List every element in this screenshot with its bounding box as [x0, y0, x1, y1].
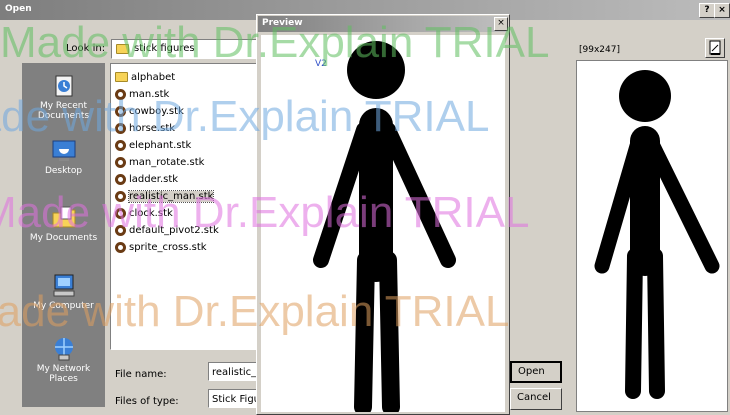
preview-window: Preview × V2 — [256, 14, 510, 415]
list-item[interactable]: default_pivot2.stk — [115, 223, 219, 238]
list-item[interactable]: cowboy.stk — [115, 104, 184, 119]
stick-file-icon — [115, 88, 126, 100]
file-name-label: File name: — [115, 369, 167, 380]
place-desktop[interactable]: Desktop — [22, 138, 105, 176]
list-item[interactable]: sprite_cross.stk — [115, 240, 207, 255]
stick-file-icon — [115, 156, 126, 168]
properties-icon — [709, 40, 721, 55]
place-network[interactable]: My Network Places — [22, 336, 105, 384]
dialog-title: Open — [5, 4, 32, 14]
preview-close-button[interactable]: × — [494, 17, 508, 31]
place-label: My Documents — [29, 233, 98, 243]
open-button[interactable]: Open — [510, 361, 562, 383]
stick-file-icon — [115, 190, 126, 202]
list-item-selected[interactable]: realistic_man.stk — [115, 189, 215, 204]
stick-file-icon — [115, 139, 126, 151]
stick-figure-preview — [313, 41, 456, 415]
list-item[interactable]: elephant.stk — [115, 138, 191, 153]
preview-titlebar: Preview × — [258, 16, 508, 32]
version-label: V2 — [315, 59, 327, 69]
my-computer-icon — [50, 273, 78, 299]
look-in-combo[interactable]: stick figures — [111, 39, 259, 59]
list-item-folder[interactable]: alphabet — [115, 70, 175, 85]
place-label: Desktop — [44, 166, 83, 176]
stick-file-icon — [115, 207, 126, 219]
file-list[interactable]: alphabet man.stk cowboy.stk horse.stk el… — [110, 63, 262, 350]
look-in-label: Look in: — [66, 43, 106, 54]
list-item[interactable]: horse.stk — [115, 121, 175, 136]
desktop-icon — [50, 138, 78, 164]
network-places-icon — [50, 336, 78, 362]
folder-icon — [116, 44, 129, 54]
properties-button[interactable] — [705, 38, 725, 58]
place-label: My Network Places — [36, 364, 91, 384]
stick-file-icon — [115, 122, 126, 134]
place-recent-documents[interactable]: My Recent Documents — [22, 73, 105, 121]
list-item[interactable]: man.stk — [115, 87, 169, 102]
help-button[interactable]: ? — [699, 3, 715, 18]
look-in-value: stick figures — [134, 43, 195, 54]
preview-canvas: V2 — [261, 35, 505, 415]
stick-file-icon — [115, 224, 126, 236]
file-type-label: Files of type: — [115, 396, 179, 407]
folder-icon — [115, 72, 128, 82]
my-documents-icon — [50, 205, 78, 231]
close-button[interactable]: × — [714, 3, 730, 18]
list-item[interactable]: clock.stk — [115, 206, 173, 221]
places-bar: My Recent Documents Desktop My Documents… — [22, 63, 105, 407]
place-my-documents[interactable]: My Documents — [22, 205, 105, 243]
file-preview-pane — [576, 60, 728, 412]
stick-file-icon — [115, 173, 126, 185]
cancel-button[interactable]: Cancel — [510, 388, 562, 410]
place-label: My Recent Documents — [37, 101, 90, 121]
recent-documents-icon — [50, 73, 78, 99]
place-label: My Computer — [33, 301, 94, 311]
place-my-computer[interactable]: My Computer — [22, 273, 105, 311]
stick-figure-thumbnail — [594, 70, 720, 399]
stick-file-icon — [115, 241, 126, 253]
list-item[interactable]: man_rotate.stk — [115, 155, 204, 170]
preview-title: Preview — [262, 18, 303, 28]
list-item[interactable]: ladder.stk — [115, 172, 178, 187]
image-dimensions: [99x247] — [579, 45, 620, 55]
stick-file-icon — [115, 105, 126, 117]
